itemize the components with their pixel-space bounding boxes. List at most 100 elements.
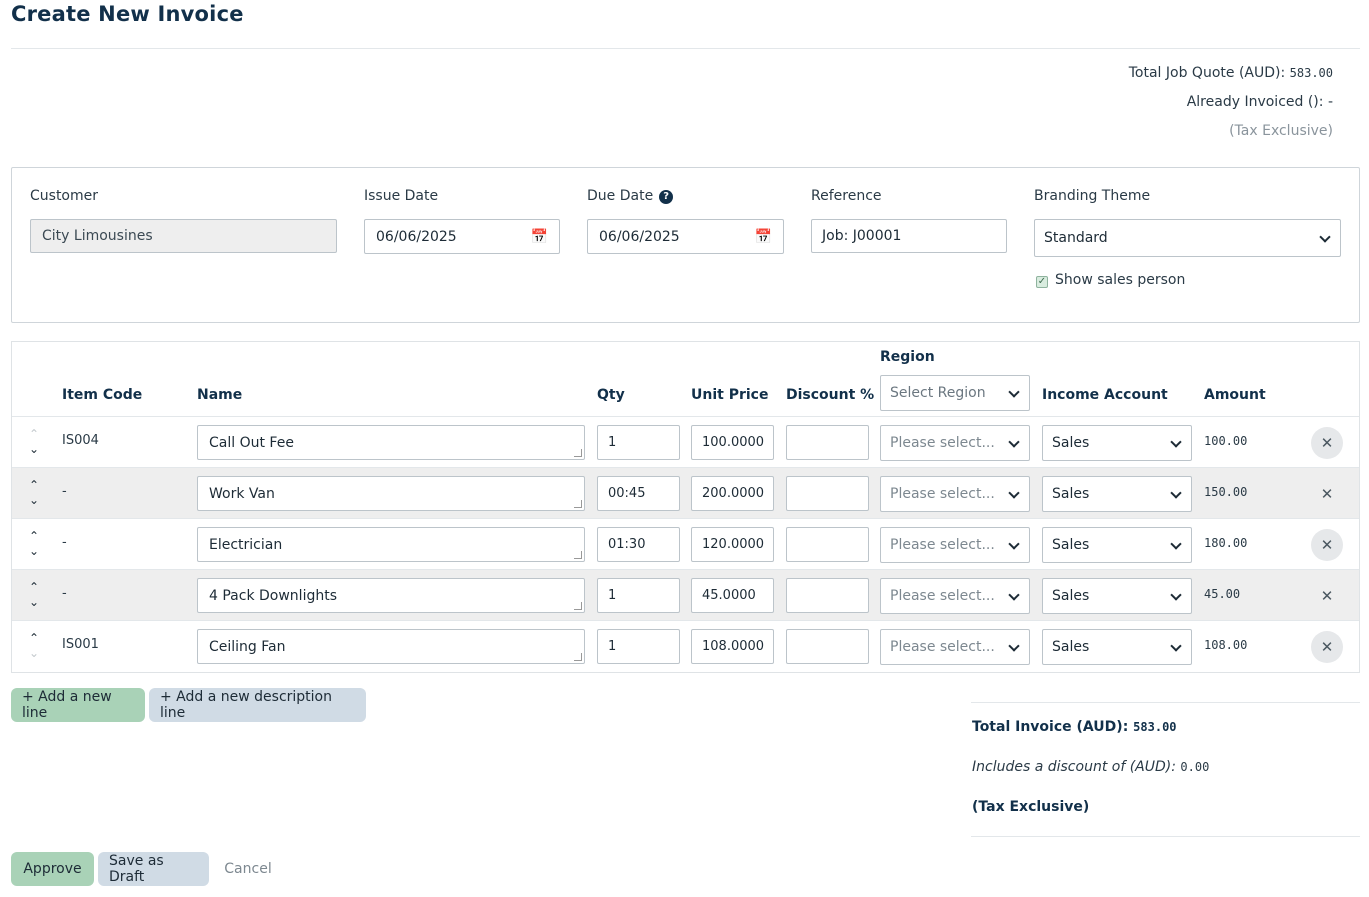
name-input[interactable]: Ceiling Fan [197, 629, 585, 664]
discount-input[interactable] [786, 425, 869, 460]
help-icon[interactable]: ? [659, 190, 674, 204]
customer-label: Customer [30, 188, 99, 204]
total-invoice-label: Total Invoice (AUD): [972, 719, 1129, 735]
move-up-icon[interactable]: ⌃ [29, 631, 39, 646]
column-header-unit-price: Unit Price [691, 387, 769, 403]
divider [11, 48, 1360, 49]
name-input[interactable]: Call Out Fee [197, 425, 585, 460]
region-select[interactable]: Please select... [880, 476, 1030, 512]
discount-total-label: Includes a discount of (AUD): [972, 759, 1176, 775]
reorder-control[interactable]: ⌃ ⌄ [26, 427, 42, 459]
region-value: Please select... [890, 435, 995, 451]
calendar-icon[interactable]: 📅 [531, 229, 548, 245]
add-description-line-button[interactable]: + Add a new description line [149, 688, 366, 722]
name-input[interactable]: 4 Pack Downlights [197, 578, 585, 613]
name-value: Ceiling Fan [209, 638, 286, 655]
move-down-icon[interactable]: ⌄ [29, 595, 39, 610]
income-account-value: Sales [1052, 435, 1090, 451]
issue-date-label: Issue Date [364, 188, 439, 204]
close-icon[interactable]: ✕ [1311, 427, 1343, 459]
chevron-down-icon [1170, 437, 1182, 449]
calendar-icon[interactable]: 📅 [755, 229, 772, 245]
close-icon[interactable]: ✕ [1311, 478, 1343, 510]
branding-theme-select[interactable]: Standard [1034, 219, 1341, 257]
reference-field[interactable]: Job: J00001 [811, 219, 1007, 253]
quote-summary: Total Job Quote (AUD): 583.00 Already In… [1129, 62, 1333, 149]
move-up-icon: ⌃ [28, 427, 40, 441]
region-select[interactable]: Please select... [880, 629, 1030, 665]
unit-price-input[interactable]: 200.0000 [691, 476, 774, 511]
issue-date-field[interactable]: 06/06/2025 📅 [364, 219, 560, 254]
reorder-control[interactable]: ⌃ ⌄ [26, 529, 42, 561]
discount-input[interactable] [786, 578, 869, 613]
unit-price-input[interactable]: 100.0000 [691, 425, 774, 460]
invoice-totals: Total Invoice (AUD): 583.00 Includes a d… [971, 702, 1360, 837]
qty-input[interactable]: 00:45 [597, 476, 680, 511]
close-icon[interactable]: ✕ [1311, 580, 1343, 612]
tax-note: (Tax Exclusive) [1229, 123, 1333, 139]
unit-price-input[interactable]: 108.0000 [691, 629, 774, 664]
move-up-icon[interactable]: ⌃ [29, 478, 39, 493]
show-sales-person-checkbox[interactable]: ✓ [1036, 276, 1048, 288]
reorder-control[interactable]: ⌃ ⌄ [26, 478, 42, 510]
discount-input[interactable] [786, 476, 869, 511]
region-filter-select[interactable]: Select Region [880, 375, 1030, 411]
name-value: Electrician [209, 536, 283, 553]
move-up-icon[interactable]: ⌃ [29, 529, 39, 544]
region-select[interactable]: Please select... [880, 527, 1030, 563]
income-account-select[interactable]: Sales [1042, 527, 1192, 563]
column-header-discount: Discount % [786, 387, 875, 403]
income-account-select[interactable]: Sales [1042, 476, 1192, 512]
total-invoice-value: 583.00 [1133, 720, 1177, 734]
amount-value: 180.00 [1204, 536, 1248, 550]
approve-button[interactable]: Approve [11, 852, 94, 886]
move-down-icon[interactable]: ⌄ [29, 544, 39, 559]
reorder-control[interactable]: ⌃ ⌄ [26, 580, 42, 612]
qty-input[interactable]: 1 [597, 425, 680, 460]
unit-price-input[interactable]: 120.0000 [691, 527, 774, 562]
close-icon[interactable]: ✕ [1311, 529, 1343, 561]
cancel-button[interactable]: Cancel [213, 852, 283, 886]
unit-price-value: 108.0000 [702, 639, 765, 654]
region-value: Please select... [890, 486, 995, 502]
save-draft-button[interactable]: Save as Draft [98, 852, 209, 886]
move-down-icon[interactable]: ⌄ [29, 493, 39, 508]
issue-date-value: 06/06/2025 [376, 228, 457, 245]
name-input[interactable]: Work Van [197, 476, 585, 511]
income-account-value: Sales [1052, 537, 1090, 553]
discount-input[interactable] [786, 527, 869, 562]
amount-value: 45.00 [1204, 587, 1241, 601]
unit-price-input[interactable]: 45.0000 [691, 578, 774, 613]
qty-value: 00:45 [608, 486, 646, 501]
qty-input[interactable]: 1 [597, 578, 680, 613]
chevron-down-icon [1008, 641, 1020, 653]
due-date-field[interactable]: 06/06/2025 📅 [587, 219, 784, 254]
qty-value: 1 [608, 639, 617, 654]
income-account-value: Sales [1052, 486, 1090, 502]
income-account-select[interactable]: Sales [1042, 578, 1192, 614]
qty-input[interactable]: 1 [597, 629, 680, 664]
item-code: IS001 [62, 637, 99, 652]
chevron-down-icon [1319, 232, 1331, 244]
close-icon[interactable]: ✕ [1311, 631, 1343, 663]
income-account-select[interactable]: Sales [1042, 425, 1192, 461]
name-input[interactable]: Electrician [197, 527, 585, 562]
total-job-quote-label: Total Job Quote (AUD): [1128, 65, 1286, 81]
column-header-amount: Amount [1204, 387, 1266, 403]
reorder-control[interactable]: ⌃ ⌄ [26, 631, 42, 663]
move-up-icon[interactable]: ⌃ [29, 580, 39, 595]
income-account-select[interactable]: Sales [1042, 629, 1192, 665]
qty-input[interactable]: 01:30 [597, 527, 680, 562]
region-select[interactable]: Please select... [880, 578, 1030, 614]
column-header-name: Name [197, 387, 243, 403]
add-line-button[interactable]: + Add a new line [11, 688, 145, 722]
name-value: Work Van [209, 485, 275, 502]
column-header-qty: Qty [597, 387, 625, 403]
discount-input[interactable] [786, 629, 869, 664]
reference-value: Job: J00001 [822, 228, 902, 244]
branding-theme-label: Branding Theme [1034, 188, 1151, 204]
region-select[interactable]: Please select... [880, 425, 1030, 461]
move-down-icon[interactable]: ⌄ [29, 442, 39, 457]
item-code: IS004 [62, 433, 99, 448]
due-date-value: 06/06/2025 [599, 228, 680, 245]
